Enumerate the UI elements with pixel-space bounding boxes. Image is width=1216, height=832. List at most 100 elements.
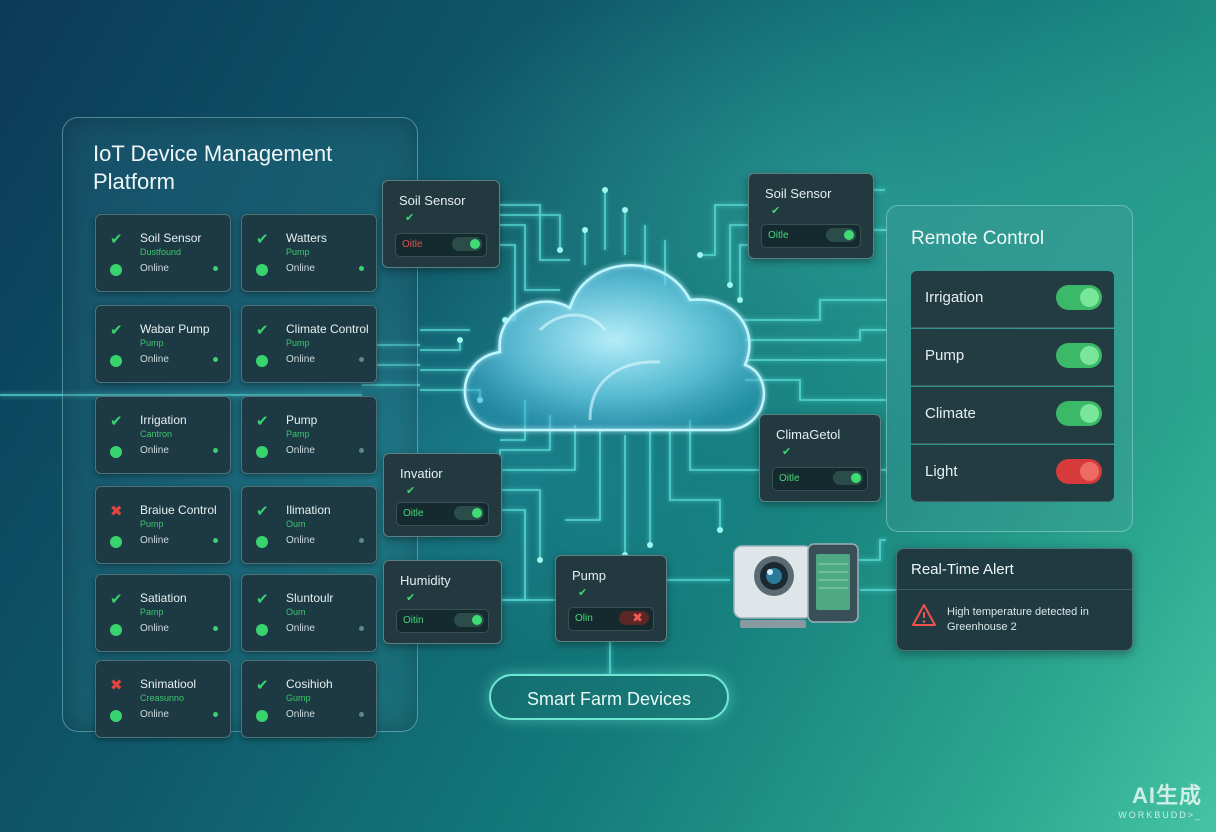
node-state-label: Oitle — [402, 239, 423, 250]
toggle-switch[interactable] — [1056, 343, 1102, 368]
device-card[interactable]: ✔ Sluntoulr Oum Online — [241, 574, 377, 652]
device-status: Online — [286, 709, 315, 720]
indicator-dot-icon — [213, 712, 218, 717]
check-icon: ✔ — [405, 212, 415, 224]
check-icon: ✔ — [110, 413, 123, 430]
device-card[interactable]: ✔ Soil Sensor Dustfound Online — [95, 214, 231, 292]
toggle-switch[interactable] — [1056, 459, 1102, 484]
indicator-dot-icon — [359, 626, 364, 631]
device-type: Pamp — [286, 429, 310, 439]
control-row-irrigation: Irrigation — [911, 271, 1114, 328]
control-row-light: Light — [911, 445, 1114, 502]
status-dot-icon — [110, 624, 122, 636]
device-card[interactable]: ✔ Irrigation Cantron Online — [95, 396, 231, 474]
check-icon: ✔ — [406, 485, 416, 497]
real-time-alert[interactable]: Real-Time Alert High temperature detecte… — [896, 548, 1133, 651]
indicator-dot-icon — [359, 357, 364, 362]
toggle-switch[interactable] — [1056, 285, 1102, 310]
control-label: Irrigation — [925, 289, 984, 306]
node-toggle[interactable] — [452, 237, 482, 251]
device-status: Online — [140, 709, 169, 720]
error-x-icon: ✖ — [110, 503, 123, 520]
device-type: Pamp — [140, 607, 164, 617]
node-toggle[interactable] — [826, 228, 856, 242]
check-icon: ✔ — [578, 587, 588, 599]
remote-control-title: Remote Control — [911, 228, 1045, 249]
check-icon: ✔ — [256, 677, 269, 694]
node-title: ClimaGetol — [776, 427, 841, 442]
status-dot-icon — [256, 264, 268, 276]
device-name: Watters — [286, 231, 327, 245]
status-dot-icon — [256, 355, 268, 367]
device-card[interactable]: ✔ Climate Control Pump Online — [241, 305, 377, 383]
node-toggle[interactable] — [454, 506, 484, 520]
node-title: Humidity — [400, 573, 451, 588]
check-icon: ✔ — [256, 591, 269, 608]
brand-line2: WORKBUDD>_ — [1118, 810, 1202, 820]
status-dot-icon — [256, 624, 268, 636]
node-status-pill: Oitle — [396, 502, 489, 526]
check-icon: ✔ — [256, 231, 269, 248]
device-status: Online — [286, 445, 315, 456]
status-dot-icon — [256, 710, 268, 722]
check-icon: ✔ — [256, 503, 269, 520]
device-card[interactable]: ✔ Satiation Pamp Online — [95, 574, 231, 652]
device-card[interactable]: ✔ Wabar Pump Pump Online — [95, 305, 231, 383]
network-node[interactable]: Soil Sensor ✔ Oitle — [382, 180, 500, 268]
indicator-dot-icon — [359, 712, 364, 717]
device-type: Creasunno — [140, 693, 185, 703]
check-icon: ✔ — [256, 322, 269, 339]
brand-line1: AI生成 — [1131, 783, 1202, 808]
network-node[interactable]: Pump ✔ Olin ✖ — [555, 555, 667, 642]
device-type: Gump — [286, 693, 311, 703]
device-type: Dustfound — [140, 247, 182, 257]
network-node[interactable]: Humidity ✔ Oitin — [383, 560, 502, 644]
network-node[interactable]: Invatior ✔ Oitle — [383, 453, 502, 537]
node-status-pill: Olin ✖ — [568, 607, 654, 631]
smart-farm-devices-button[interactable]: Smart Farm Devices — [489, 674, 729, 720]
indicator-dot-icon — [213, 626, 218, 631]
node-state-label: Oitle — [779, 473, 800, 484]
device-type: Oum — [286, 519, 306, 529]
node-status-pill: Oitle — [772, 467, 868, 491]
node-toggle[interactable] — [454, 613, 484, 627]
network-node[interactable]: Soil Sensor ✔ Oitle — [748, 173, 874, 259]
status-dot-icon — [256, 446, 268, 458]
device-card[interactable]: ✔ Watters Pump Online — [241, 214, 377, 292]
control-label: Light — [925, 463, 958, 480]
device-card[interactable]: ✔ Pump Pamp Online — [241, 396, 377, 474]
device-card[interactable]: ✔ Ilimation Oum Online — [241, 486, 377, 564]
device-card[interactable]: ✔ Cosihioh Gump Online — [241, 660, 377, 738]
node-title: Soil Sensor — [399, 193, 466, 208]
error-x-icon[interactable]: ✖ — [632, 610, 643, 626]
check-icon: ✔ — [771, 205, 781, 217]
platform-title: IoT Device Management Platform — [93, 141, 333, 194]
node-status-pill: Oitle — [395, 233, 487, 257]
node-title: Soil Sensor — [765, 186, 832, 201]
check-icon: ✔ — [110, 231, 123, 248]
device-type: Cantron — [140, 429, 173, 439]
control-row-climate: Climate — [911, 387, 1114, 444]
indicator-dot-icon — [213, 538, 218, 543]
device-type: Pump — [140, 519, 164, 529]
network-node[interactable]: ClimaGetol ✔ Oitle — [759, 414, 881, 502]
node-title: Pump — [572, 568, 606, 583]
indicator-dot-icon — [213, 266, 218, 271]
device-type: Oum — [286, 607, 306, 617]
indicator-dot-icon — [359, 448, 364, 453]
status-dot-icon — [110, 536, 122, 548]
node-toggle[interactable] — [833, 471, 863, 485]
alert-title: Real-Time Alert — [911, 561, 1014, 578]
toggle-switch[interactable] — [1056, 401, 1102, 426]
device-card[interactable]: ✖ Braiue Control Pump Online — [95, 486, 231, 564]
node-status-pill: Oitle — [761, 224, 861, 248]
check-icon: ✔ — [110, 322, 123, 339]
device-name: Sluntoulr — [286, 591, 334, 605]
device-card[interactable]: ✖ Snimatiool Creasunno Online — [95, 660, 231, 738]
control-label: Climate — [925, 405, 976, 422]
error-x-icon: ✖ — [110, 677, 123, 694]
device-name: Irrigation — [140, 413, 187, 427]
device-name: Soil Sensor — [140, 231, 202, 245]
check-icon: ✔ — [110, 591, 123, 608]
device-name: Wabar Pump — [140, 322, 210, 336]
